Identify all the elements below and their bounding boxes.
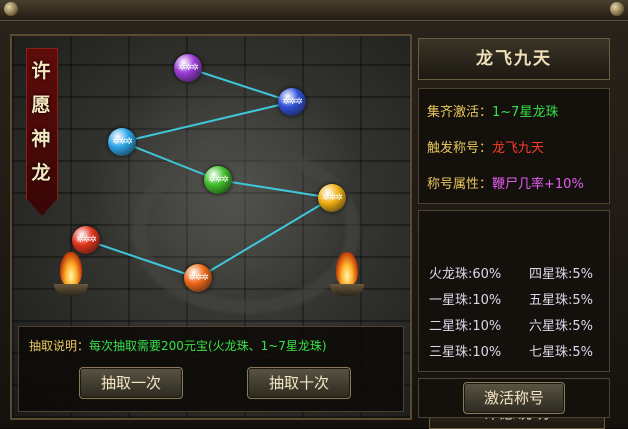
connector-line [85,239,199,279]
activate-box: 激活称号 [418,378,610,418]
draw-description-text: 每次抽取需要200元宝(火龙珠、1~7星龙珠) [89,339,327,353]
window-top-bar [0,0,628,21]
ball-stars-icon: ✲✲✲ [112,137,133,147]
rate-item: 七星珠:5% [529,345,594,360]
green-ball-icon: ✲✲✲ [204,166,232,194]
red-ball-icon: ✲✲✲ [72,226,100,254]
rate-item: 一星珠:10% [429,293,502,308]
wish-rates-box: 许愿说明 火龙珠:60% 四星珠:5% 一星珠:10% 五星珠:5% 二星珠:1… [418,210,610,429]
connector-line [187,67,293,103]
corner-ornament-icon [4,2,18,16]
trigger-value: 龙飞九天 [492,141,545,156]
connector-line [217,179,333,199]
connector-line [197,197,333,279]
title-name-plate: 龙飞九天 [418,38,610,80]
trigger-row: 触发称号：龙飞九天 [427,137,544,156]
rate-item: 四星珠:5% [529,267,594,282]
draw-description: 抽取说明：每次抽取需要200元宝(火龙珠、1~7星龙珠) [29,337,327,354]
ball-stars-icon: ✲✲✲ [282,97,303,107]
orange-ball-icon: ✲✲✲ [184,264,212,292]
collect-value: 1~7星龙珠 [492,105,559,120]
window-frame: 许 愿 神 龙 ✲✲✲ ✲✲✲ ✲✲✲ ✲✲✲ ✲✲✲ ✲✲✲ ✲✲✲ 抽取说明：每次抽取需… [0,0,628,429]
collect-key: 集齐激活： [427,105,493,120]
attribute-value: 鞭尸几率+10% [492,177,584,192]
title-info-box: 集齐激活：1~7星龙珠 触发称号：龙飞九天 称号属性：鞭尸几率+10% [418,88,610,204]
trigger-key: 触发称号： [427,141,493,156]
activate-title-button[interactable]: 激活称号 [463,382,565,414]
collect-row: 集齐激活：1~7星龙珠 [427,101,558,120]
rate-item: 五星珠:5% [529,293,594,308]
draw-description-label: 抽取说明： [29,339,90,353]
title-name: 龙飞九天 [476,49,552,69]
yellow-ball-icon: ✲✲✲ [318,184,346,212]
ball-stars-icon: ✲✲✲ [322,193,343,203]
dragon-wish-panel: 许 愿 神 龙 ✲✲✲ ✲✲✲ ✲✲✲ ✲✲✲ ✲✲✲ ✲✲✲ ✲✲✲ 抽取说明：每次抽取需… [10,34,412,420]
title-info-panel: 龙飞九天 集齐激活：1~7星龙珠 触发称号：龙飞九天 称号属性：鞭尸几率+10%… [416,34,610,429]
rate-item: 二星珠:10% [429,319,502,334]
rate-item: 火龙珠:60% [429,267,502,282]
attribute-key: 称号属性： [427,177,493,192]
cyan-ball-icon: ✲✲✲ [108,128,136,156]
ball-stars-icon: ✲✲✲ [188,273,209,283]
rate-item: 三星珠:10% [429,345,502,360]
blue-ball-icon: ✲✲✲ [278,88,306,116]
rate-item: 六星珠:5% [529,319,594,334]
attribute-row: 称号属性：鞭尸几率+10% [427,173,584,192]
draw-ten-button[interactable]: 抽取十次 [247,367,351,399]
purple-ball-icon: ✲✲✲ [174,54,202,82]
corner-ornament-icon [610,2,624,16]
draw-once-button[interactable]: 抽取一次 [79,367,183,399]
draw-description-box: 抽取说明：每次抽取需要200元宝(火龙珠、1~7星龙珠) 抽取一次 抽取十次 [18,326,404,412]
connector-line [121,101,293,143]
ball-stars-icon: ✲✲✲ [178,63,199,73]
ball-stars-icon: ✲✲✲ [76,235,97,245]
ball-stars-icon: ✲✲✲ [208,175,229,185]
